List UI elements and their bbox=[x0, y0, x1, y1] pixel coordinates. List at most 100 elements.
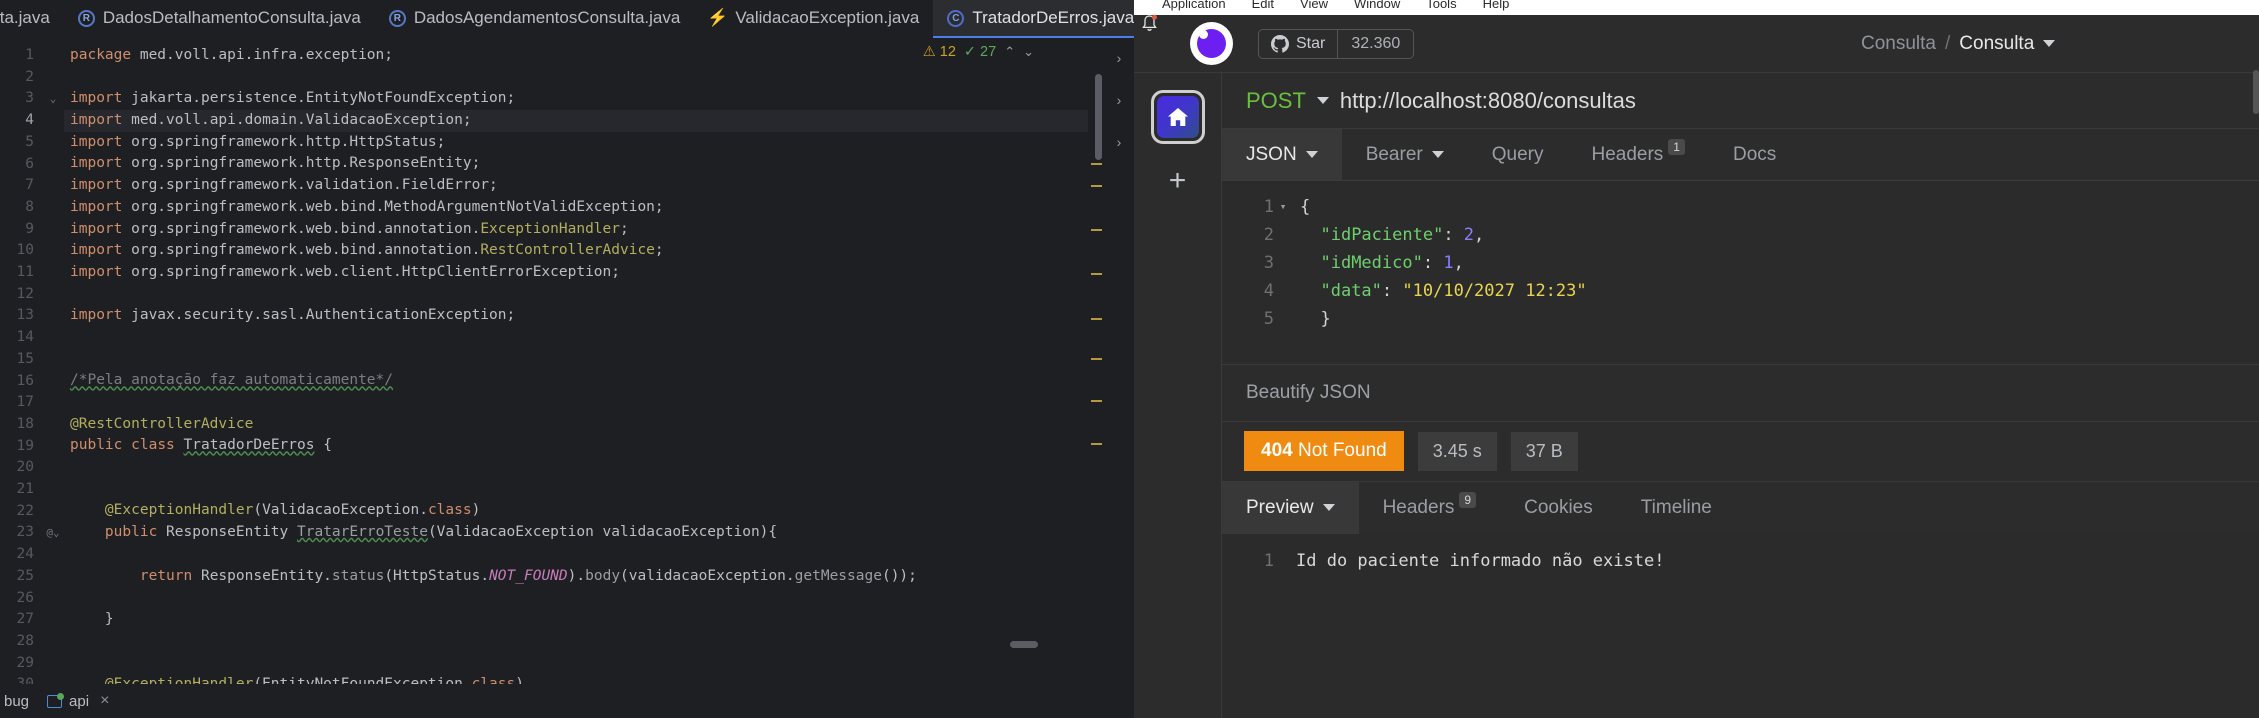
prev-problem-icon[interactable]: ⌃ bbox=[1004, 44, 1015, 60]
debug-tool-label[interactable]: bug bbox=[4, 693, 29, 710]
fold-marker[interactable] bbox=[42, 435, 64, 457]
warning-icon[interactable]: ⚠ 12 bbox=[923, 44, 956, 60]
request-tab-query[interactable]: Query bbox=[1468, 129, 1568, 180]
editor-tab-1[interactable]: R DadosDetalhamentoConsulta.java bbox=[64, 0, 375, 38]
fold-marker[interactable] bbox=[42, 240, 64, 262]
expand-panel-icon[interactable]: › bbox=[1117, 92, 1122, 108]
response-tab-headers[interactable]: Headers 9 bbox=[1359, 482, 1501, 534]
editor-vertical-scrollbar[interactable] bbox=[1095, 74, 1102, 160]
github-star-button[interactable]: Star 32.360 bbox=[1258, 28, 1415, 59]
request-tab-bearer[interactable]: Bearer bbox=[1342, 129, 1468, 180]
request-tab-headers[interactable]: Headers 1 bbox=[1567, 129, 1709, 180]
chevron-down-icon[interactable] bbox=[1316, 97, 1329, 104]
insomnia-scrollbar[interactable] bbox=[2253, 70, 2259, 114]
fold-marker[interactable] bbox=[42, 197, 64, 219]
line-number: 30 bbox=[0, 674, 42, 684]
response-tab-cookies[interactable]: Cookies bbox=[1500, 482, 1617, 534]
close-icon[interactable]: × bbox=[100, 692, 109, 710]
response-tab-preview[interactable]: Preview bbox=[1222, 481, 1359, 534]
app-header: Star 32.360 Consulta / Consulta bbox=[1134, 15, 2259, 72]
add-workspace-button[interactable]: + bbox=[1169, 166, 1187, 196]
fold-marker[interactable] bbox=[42, 479, 64, 501]
editor-tab-2[interactable]: R DadosAgendamentosConsulta.java bbox=[375, 0, 695, 38]
line-number: 20 bbox=[16, 459, 34, 476]
fold-marker[interactable] bbox=[42, 327, 64, 349]
menu-window[interactable]: Window bbox=[1354, 0, 1400, 11]
fold-marker[interactable]: ▾ bbox=[1274, 193, 1292, 221]
fold-marker[interactable] bbox=[42, 349, 64, 371]
request-tab-docs[interactable]: Docs bbox=[1709, 129, 1800, 180]
menu-view[interactable]: View bbox=[1300, 0, 1328, 11]
breadcrumb-current[interactable]: Consulta bbox=[1959, 33, 2034, 55]
menu-tools[interactable]: Tools bbox=[1426, 0, 1456, 11]
editor-tab-0[interactable]: sulta.java bbox=[0, 0, 64, 38]
response-tab-timeline[interactable]: Timeline bbox=[1617, 482, 1736, 534]
fold-marker[interactable] bbox=[42, 414, 64, 436]
breadcrumb-workspace[interactable]: Consulta bbox=[1861, 33, 1936, 55]
http-method[interactable]: POST bbox=[1246, 88, 1306, 114]
fold-marker[interactable] bbox=[42, 500, 64, 522]
menu-application[interactable]: Application bbox=[1162, 0, 1226, 11]
fold-marker[interactable] bbox=[1274, 221, 1292, 249]
editor-tab-3[interactable]: ⚡ ValidacaoException.java bbox=[694, 0, 933, 38]
editor-horizontal-scrollbar[interactable] bbox=[1010, 641, 1038, 648]
fold-marker[interactable] bbox=[42, 284, 64, 306]
fold-marker[interactable] bbox=[42, 370, 64, 392]
menu-help[interactable]: Help bbox=[1483, 0, 1510, 11]
line-number: 23 bbox=[16, 524, 34, 541]
error-stripe-marker-column[interactable] bbox=[1088, 38, 1104, 684]
fold-marker[interactable] bbox=[42, 587, 64, 609]
tab-badge: 9 bbox=[1459, 491, 1477, 508]
fold-marker[interactable] bbox=[42, 219, 64, 241]
tab-label: JSON bbox=[1246, 143, 1297, 165]
check-icon[interactable]: ✓ 27 bbox=[964, 44, 996, 60]
fold-marker[interactable] bbox=[42, 544, 64, 566]
tab-label: Cookies bbox=[1524, 496, 1593, 518]
url-input[interactable]: http://localhost:8080/consultas bbox=[1340, 88, 1636, 114]
fold-marker[interactable] bbox=[42, 175, 64, 197]
code-fold-column[interactable]: ⌄ @⌄ bbox=[42, 38, 64, 684]
menu-edit[interactable]: Edit bbox=[1252, 0, 1274, 11]
insomnia-logo-icon bbox=[1190, 22, 1233, 65]
run-configuration-tab[interactable]: api × bbox=[39, 692, 117, 710]
chevron-down-icon[interactable] bbox=[1431, 151, 1444, 158]
fold-marker[interactable] bbox=[42, 110, 64, 132]
expand-panel-icon[interactable]: › bbox=[1117, 134, 1122, 150]
fold-marker[interactable] bbox=[42, 45, 64, 67]
fold-marker[interactable] bbox=[42, 305, 64, 327]
fold-marker[interactable] bbox=[42, 457, 64, 479]
code-editor[interactable]: ⚠ 12 ✓ 27 ⌃ ⌄ package med.voll.api.infra… bbox=[64, 38, 1088, 684]
expand-panel-icon[interactable]: › bbox=[1117, 50, 1122, 66]
star-button-left[interactable]: Star bbox=[1259, 30, 1337, 58]
fold-marker[interactable] bbox=[42, 132, 64, 154]
request-tab-json[interactable]: JSON bbox=[1222, 129, 1342, 180]
fold-marker[interactable] bbox=[42, 631, 64, 653]
fold-marker[interactable] bbox=[42, 153, 64, 175]
tab-label: Headers bbox=[1382, 496, 1455, 518]
home-button[interactable] bbox=[1150, 90, 1205, 144]
chevron-down-icon[interactable] bbox=[2043, 40, 2056, 47]
breadcrumb[interactable]: Consulta / Consulta bbox=[1861, 33, 2056, 55]
request-body-editor[interactable]: 1 ▾{2 "idPaciente": 2, 3 "idMedico": 1, 4 "… bbox=[1222, 181, 2259, 364]
response-body[interactable]: 1 Id do paciente informado não existe! bbox=[1222, 533, 2259, 718]
fold-marker[interactable] bbox=[42, 566, 64, 588]
fold-marker[interactable]: @⌄ bbox=[42, 522, 64, 544]
fold-marker[interactable] bbox=[42, 609, 64, 631]
fold-marker[interactable]: ⌄ bbox=[42, 88, 64, 110]
fold-marker[interactable] bbox=[42, 67, 64, 89]
chevron-down-icon[interactable] bbox=[1305, 151, 1318, 158]
json-line-number: 4 bbox=[1263, 281, 1274, 301]
fold-marker[interactable] bbox=[42, 674, 64, 684]
beautify-json-button[interactable]: Beautify JSON bbox=[1222, 363, 2259, 421]
fold-marker[interactable] bbox=[1274, 305, 1292, 333]
chevron-down-icon[interactable] bbox=[1322, 504, 1335, 511]
fold-marker[interactable] bbox=[1274, 249, 1292, 277]
notifications-bell-icon[interactable] bbox=[1136, 14, 1162, 48]
fold-marker[interactable] bbox=[42, 392, 64, 414]
fold-marker[interactable] bbox=[1274, 277, 1292, 305]
fold-marker[interactable] bbox=[42, 262, 64, 284]
fold-marker[interactable] bbox=[42, 652, 64, 674]
next-problem-icon[interactable]: ⌄ bbox=[1023, 44, 1034, 60]
